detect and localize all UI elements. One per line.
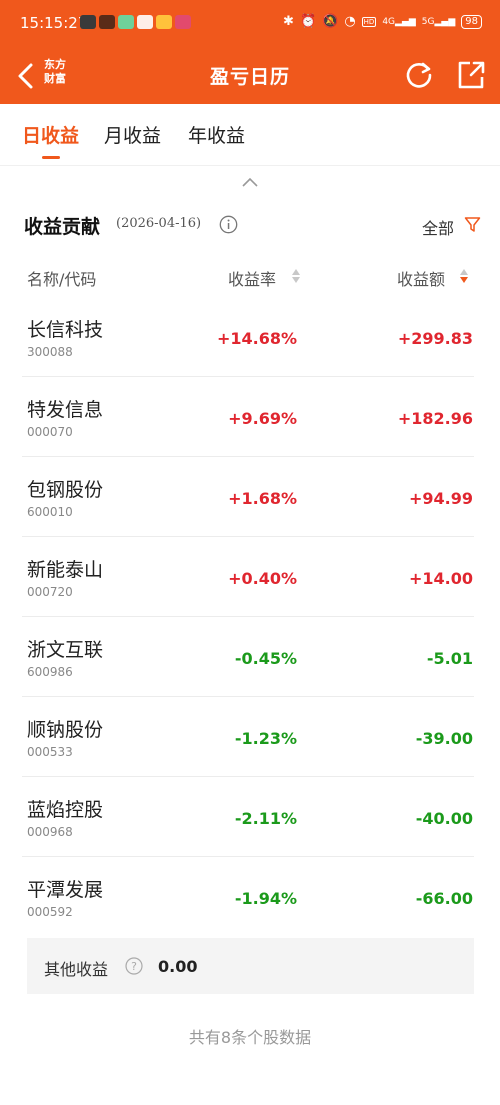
return-amount: +299.83 — [397, 329, 473, 348]
help-icon[interactable]: ? — [125, 957, 143, 975]
stock-name: 顺钠股份 — [27, 719, 104, 741]
section-title: 收益贡献 — [24, 216, 101, 238]
other-income-value: 0.00 — [158, 957, 198, 976]
tab-monthly[interactable]: 月收益 — [104, 121, 161, 148]
return-amount: +14.00 — [408, 569, 473, 588]
return-amount: -40.00 — [415, 809, 473, 828]
stock-list: 长信科技 300088 +14.68% +299.83 特发信息 000070 … — [0, 297, 500, 937]
sort-icon[interactable] — [291, 268, 301, 284]
stock-name: 平潭发展 — [27, 879, 104, 901]
status-time: 15:15:27 — [20, 14, 88, 32]
filter-button[interactable]: 全部 — [422, 215, 454, 239]
return-amount: -39.00 — [415, 729, 473, 748]
stock-code: 000592 — [27, 905, 73, 919]
table-row[interactable]: 蓝焰控股 000968 -2.11% -40.00 — [0, 777, 500, 857]
status-bar: 15:15:27 ✱ ⏰ 🔕 ◔ HD 4G▂▄▆ 5G▂▄▆ 98 — [0, 0, 500, 48]
wifi-icon: ◔ — [344, 14, 356, 29]
stock-name: 特发信息 — [27, 399, 104, 421]
return-rate: +14.68% — [216, 329, 297, 348]
wechat-icon — [80, 15, 96, 29]
alarm-icon: ⏰ — [299, 14, 317, 29]
other-income-label: 其他收益 — [44, 960, 109, 979]
table-row[interactable]: 顺钠股份 000533 -1.23% -39.00 — [0, 697, 500, 777]
video-app-icon — [175, 15, 191, 29]
app-notification-icon — [118, 15, 134, 29]
return-rate: +0.40% — [228, 569, 297, 588]
signal-5g-icon: 5G▂▄▆ — [421, 17, 456, 27]
section-date: (2026-04-16) — [116, 216, 202, 231]
stock-name: 浙文互联 — [27, 639, 104, 661]
svg-text:?: ? — [131, 960, 137, 973]
return-amount: -66.00 — [415, 889, 473, 908]
stock-code: 000533 — [27, 745, 73, 759]
active-tab-indicator — [42, 156, 60, 159]
signal-4g-icon: 4G▂▄▆ — [382, 17, 416, 27]
return-rate: +9.69% — [228, 409, 297, 428]
tab-yearly[interactable]: 年收益 — [188, 121, 245, 148]
return-amount: +94.99 — [408, 489, 473, 508]
return-rate: -1.23% — [234, 729, 297, 748]
info-icon[interactable] — [219, 215, 238, 234]
bluetooth-icon: ✱ — [283, 14, 294, 29]
column-header-amount[interactable]: 收益额 — [397, 266, 445, 290]
list-summary: 共有8条个股数据 — [188, 1028, 312, 1047]
stock-name: 新能泰山 — [27, 559, 104, 581]
stock-code: 600986 — [27, 665, 73, 679]
battery-indicator: 98 — [461, 15, 482, 29]
system-indicators: ✱ ⏰ 🔕 ◔ HD 4G▂▄▆ 5G▂▄▆ 98 — [283, 14, 482, 30]
return-amount: +182.96 — [397, 409, 473, 428]
stock-code: 000070 — [27, 425, 73, 439]
column-header-name: 名称/代码 — [27, 270, 97, 289]
table-row[interactable]: 长信科技 300088 +14.68% +299.83 — [0, 297, 500, 377]
stock-code: 600010 — [27, 505, 73, 519]
return-rate: +1.68% — [228, 489, 297, 508]
table-row[interactable]: 新能泰山 000720 +0.40% +14.00 — [0, 537, 500, 617]
stock-code: 000968 — [27, 825, 73, 839]
other-income-panel: 其他收益 ? 0.00 — [27, 938, 474, 994]
notification-icons — [80, 15, 191, 29]
app-notification-icon — [156, 15, 172, 29]
stock-code: 000720 — [27, 585, 73, 599]
stock-name: 包钢股份 — [27, 479, 104, 501]
sort-desc-icon[interactable] — [459, 268, 469, 284]
tab-daily[interactable]: 日收益 — [22, 121, 79, 148]
table-row[interactable]: 浙文互联 600986 -0.45% -5.01 — [0, 617, 500, 697]
return-rate: -1.94% — [234, 889, 297, 908]
table-row[interactable]: 包钢股份 600010 +1.68% +94.99 — [0, 457, 500, 537]
stock-code: 300088 — [27, 345, 73, 359]
stock-name: 长信科技 — [27, 319, 104, 341]
table-row[interactable]: 特发信息 000070 +9.69% +182.96 — [0, 377, 500, 457]
period-tabs: 日收益 月收益 年收益 — [0, 104, 500, 166]
column-header-rate[interactable]: 收益率 — [228, 266, 276, 290]
return-amount: -5.01 — [426, 649, 473, 668]
filter-icon[interactable] — [464, 216, 481, 233]
send-icon — [137, 15, 153, 29]
hd-icon: HD — [361, 17, 377, 27]
stock-name: 蓝焰控股 — [27, 799, 104, 821]
table-header: 名称/代码 收益率 收益额 — [0, 258, 500, 296]
table-row[interactable]: 平潭发展 000592 -1.94% -66.00 — [0, 857, 500, 937]
share-icon[interactable] — [456, 60, 486, 90]
nav-bar: 东方 财富 盈亏日历 — [0, 48, 500, 104]
refresh-icon[interactable] — [404, 60, 434, 90]
app-notification-icon — [99, 15, 115, 29]
return-rate: -2.11% — [234, 809, 297, 828]
mute-icon: 🔕 — [322, 14, 339, 29]
return-rate: -0.45% — [234, 649, 297, 668]
chevron-up-icon[interactable] — [241, 176, 259, 188]
